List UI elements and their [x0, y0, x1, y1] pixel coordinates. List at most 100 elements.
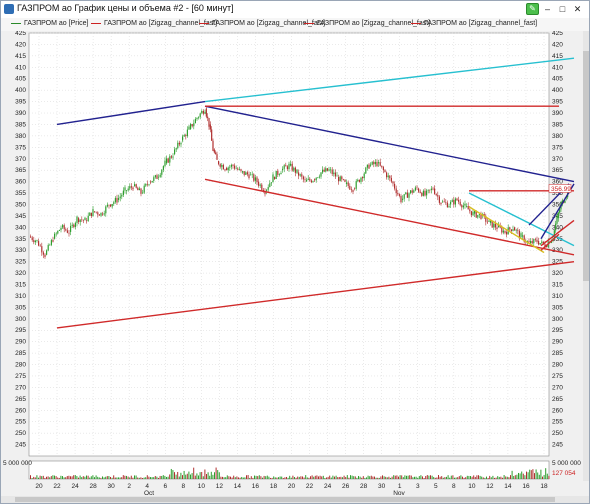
scrollbar-thumb[interactable]	[15, 497, 555, 502]
candle-body	[555, 223, 557, 231]
candle-body	[52, 240, 54, 242]
price-tick-label-left: 290	[15, 339, 26, 346]
price-tick-label-right: 260	[552, 407, 563, 414]
price-tick-label-left: 370	[15, 156, 26, 163]
candle-body	[256, 177, 258, 183]
candle-body	[54, 233, 56, 239]
price-tick-label-left: 260	[15, 407, 26, 414]
volume-bar	[502, 477, 503, 479]
volume-bar	[70, 476, 71, 479]
candle-body	[458, 199, 460, 202]
volume-bar	[188, 471, 190, 479]
candle-body	[347, 182, 349, 186]
candle-body	[226, 167, 228, 171]
volume-bar	[161, 475, 163, 479]
volume-bar	[164, 475, 166, 479]
candle-body	[315, 177, 317, 181]
horizontal-scrollbar[interactable]	[1, 496, 589, 503]
candle-body	[429, 189, 431, 191]
candle-body	[30, 236, 32, 238]
date-tick-label: 18	[270, 483, 278, 490]
price-tick-label-right: 280	[552, 362, 563, 369]
volume-bar	[182, 475, 183, 479]
date-tick-label: 4	[145, 483, 149, 490]
volume-bar	[390, 477, 391, 479]
candle-body	[430, 188, 432, 191]
volume-bar	[450, 475, 452, 479]
volume-bar	[492, 475, 494, 479]
volume-bar	[214, 472, 215, 479]
candle-body	[360, 177, 362, 182]
volume-bar	[402, 477, 404, 479]
volume-bar	[249, 477, 251, 479]
price-tick-label-right: 245	[552, 442, 563, 449]
candle-body	[254, 177, 256, 181]
date-tick-label: 30	[378, 483, 386, 490]
volume-bar	[129, 477, 131, 479]
candle-body	[87, 215, 89, 222]
vertical-scrollbar[interactable]	[583, 31, 589, 481]
candle-body	[79, 219, 81, 223]
candle-body	[331, 169, 333, 174]
candle-body	[299, 174, 301, 176]
candle-body	[536, 239, 538, 242]
candle-body	[474, 210, 476, 214]
candle-body	[469, 209, 471, 212]
volume-bar	[254, 475, 255, 479]
price-tick-label-left: 345	[15, 213, 26, 220]
volume-bar	[175, 474, 177, 479]
scrollbar-thumb[interactable]	[583, 51, 589, 281]
volume-bar	[124, 475, 126, 479]
volume-bar	[470, 476, 471, 479]
candle-body	[464, 203, 466, 206]
title-bar[interactable]: ГАЗПРОМ ао График цены и объема #2 - [60…	[1, 1, 589, 19]
edit-pen-button[interactable]: ✎	[526, 3, 539, 15]
volume-bar	[212, 474, 214, 479]
candle-body	[333, 172, 335, 174]
volume-bar	[177, 471, 179, 479]
legend-item: ГАЗПРОМ ао [Zigzag_channel_fast]	[411, 20, 537, 27]
candle-body	[215, 152, 217, 155]
volume-bar	[39, 475, 41, 479]
volume-bar	[474, 476, 476, 479]
candle-body	[467, 206, 469, 210]
volume-bar	[367, 475, 369, 479]
volume-bar	[238, 477, 239, 479]
price-tick-label-right: 290	[552, 339, 563, 346]
candle-body	[90, 212, 92, 217]
volume-bar	[194, 475, 196, 479]
minimize-button[interactable]: –	[541, 3, 554, 15]
volume-bar	[521, 471, 523, 479]
volume-bar	[398, 476, 399, 479]
candle-body	[178, 142, 180, 145]
volume-bar	[42, 475, 44, 479]
candle-body	[58, 229, 60, 231]
close-button[interactable]: ✕	[571, 3, 584, 15]
maximize-button[interactable]: □	[556, 3, 569, 15]
candle-body	[124, 187, 126, 191]
candle-body	[301, 174, 303, 177]
volume-bar	[284, 477, 286, 479]
volume-bar	[126, 475, 127, 479]
volume-bar	[425, 476, 427, 479]
candle-body	[564, 200, 566, 203]
candle-body	[325, 168, 327, 172]
candle-body	[406, 192, 408, 198]
candle-body	[371, 161, 373, 165]
volume-bar	[143, 477, 145, 479]
volume-bar	[388, 476, 390, 479]
volume-bar	[278, 477, 279, 479]
price-tick-label-right: 255	[552, 419, 563, 426]
volume-bar	[409, 475, 411, 479]
price-chart[interactable]: 425 425420 420415 415410 410405 405400 400395 3…	[1, 31, 583, 496]
candle-body	[193, 123, 195, 127]
price-tick-label-left: 425	[15, 31, 26, 37]
volume-bar	[153, 477, 155, 479]
volume-bar	[452, 475, 454, 479]
candle-body	[31, 237, 33, 241]
candle-body	[60, 227, 62, 230]
volume-bar	[31, 477, 33, 479]
volume-bar	[399, 475, 401, 479]
volume-bar	[406, 475, 407, 479]
candle-body	[42, 252, 44, 255]
